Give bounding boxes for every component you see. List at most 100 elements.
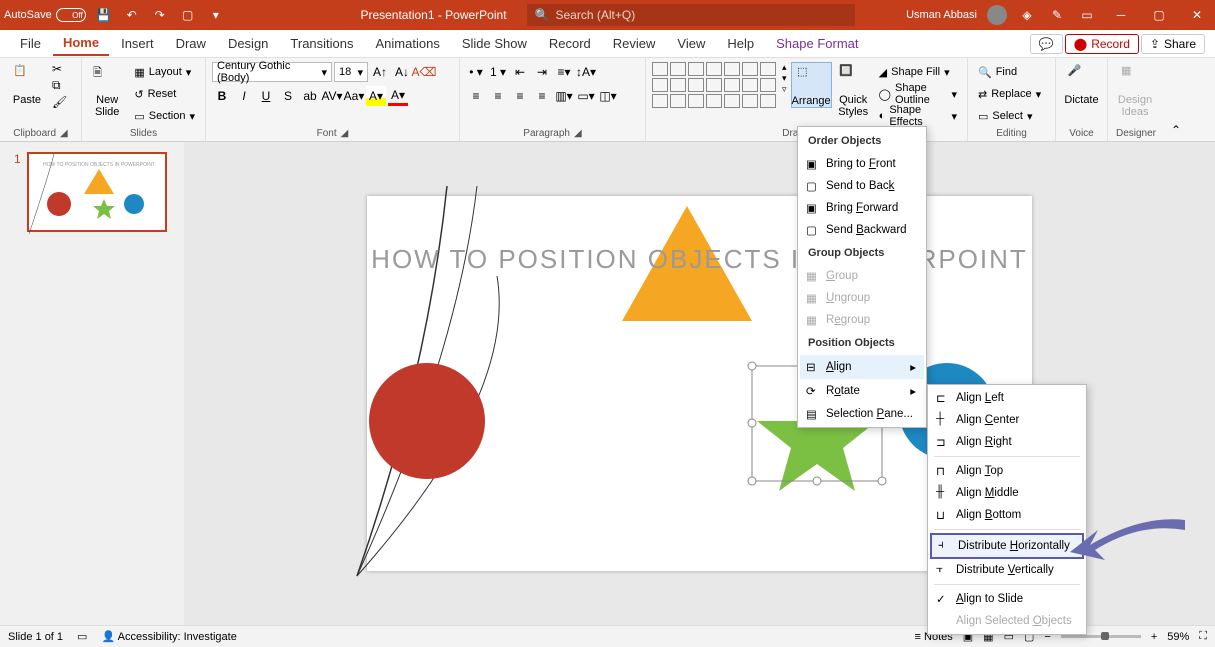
- align-center-item[interactable]: ┼Align Center: [930, 409, 1084, 431]
- find-button[interactable]: 🔍 Find: [974, 62, 1045, 82]
- qat-more-icon[interactable]: ▾: [206, 5, 226, 25]
- language-icon[interactable]: ▭: [77, 630, 87, 643]
- align-right-item[interactable]: ⊐Align Right: [930, 431, 1084, 453]
- fit-slide-icon[interactable]: ⛶: [1199, 630, 1207, 643]
- align-left-button[interactable]: ≡: [466, 86, 486, 106]
- autosave-switch[interactable]: Off: [56, 8, 86, 22]
- tab-home[interactable]: Home: [53, 31, 109, 56]
- align-middle-item[interactable]: ╫Align Middle: [930, 482, 1084, 504]
- shape-fill-button[interactable]: ◢ Shape Fill ▾: [875, 62, 961, 82]
- outdent-button[interactable]: ⇤: [510, 62, 530, 82]
- section-button[interactable]: ▭ Section ▾: [130, 106, 199, 126]
- minimize-button[interactable]: ─: [1107, 1, 1135, 29]
- strike-button[interactable]: S: [278, 86, 298, 106]
- distribute-horizontally-item[interactable]: ⫞Distribute Horizontally: [930, 533, 1084, 559]
- font-family-combo[interactable]: Century Gothic (Body)▾: [212, 62, 332, 82]
- present-start-icon[interactable]: ▢: [178, 5, 198, 25]
- change-case-button[interactable]: Aa▾: [344, 86, 364, 106]
- slide-title-text[interactable]: HOW TO POSITION OBJECTS IN POWERPOINT: [367, 244, 1032, 275]
- tab-shape-format[interactable]: Shape Format: [766, 32, 868, 55]
- selection-pane-item[interactable]: ▤Selection Pane...: [800, 403, 924, 425]
- rotate-item[interactable]: ⟳Rotate▸: [800, 379, 924, 403]
- collapse-ribbon-icon[interactable]: ⌃: [1171, 123, 1181, 137]
- copy-icon[interactable]: ⧉: [52, 78, 67, 93]
- accessibility-status[interactable]: 👤 Accessibility: Investigate: [101, 630, 236, 643]
- dialog-launcher-icon[interactable]: ◢: [574, 128, 582, 139]
- tab-view[interactable]: View: [667, 32, 715, 55]
- gallery-more-icon[interactable]: ▿: [782, 84, 787, 95]
- red-circle-shape[interactable]: [369, 363, 485, 479]
- maximize-button[interactable]: ▢: [1145, 1, 1173, 29]
- autosave-toggle[interactable]: AutoSave Off: [4, 8, 86, 22]
- pen-mode-icon[interactable]: ✎: [1047, 5, 1067, 25]
- dialog-launcher-icon[interactable]: ◢: [60, 128, 68, 139]
- smartart-button[interactable]: ◫▾: [598, 86, 618, 106]
- tab-draw[interactable]: Draw: [166, 32, 216, 55]
- tab-transitions[interactable]: Transitions: [280, 32, 363, 55]
- redo-icon[interactable]: ↷: [150, 5, 170, 25]
- undo-icon[interactable]: ↶: [122, 5, 142, 25]
- comments-button[interactable]: 💬: [1030, 34, 1063, 54]
- align-right-button[interactable]: ≡: [510, 86, 530, 106]
- send-to-back-item[interactable]: ▢Send to Back: [800, 175, 924, 197]
- record-button[interactable]: ⬤ Record: [1065, 34, 1139, 54]
- user-avatar[interactable]: [987, 5, 1007, 25]
- bold-button[interactable]: B: [212, 86, 232, 106]
- shape-outline-button[interactable]: ◯ Shape Outline ▾: [875, 84, 961, 104]
- tab-record[interactable]: Record: [539, 32, 601, 55]
- zoom-in-icon[interactable]: +: [1151, 631, 1157, 643]
- line-spacing-button[interactable]: ≡▾: [554, 62, 574, 82]
- arrange-button[interactable]: ⬚ Arrange: [791, 62, 832, 108]
- numbering-button[interactable]: 1 ▾: [488, 62, 508, 82]
- tab-design[interactable]: Design: [218, 32, 278, 55]
- align-text-button[interactable]: ▭▾: [576, 86, 596, 106]
- shape-effects-button[interactable]: ◐ Shape Effects ▾: [875, 106, 961, 126]
- dictate-button[interactable]: 🎤 Dictate: [1062, 62, 1101, 106]
- italic-button[interactable]: I: [234, 86, 254, 106]
- indent-button[interactable]: ⇥: [532, 62, 552, 82]
- diamond-icon[interactable]: ◈: [1017, 5, 1037, 25]
- new-slide-button[interactable]: 🗎 New Slide: [88, 62, 126, 118]
- search-input[interactable]: 🔍 Search (Alt+Q): [527, 4, 855, 26]
- dialog-launcher-icon[interactable]: ◢: [341, 128, 349, 139]
- close-button[interactable]: ✕: [1183, 1, 1211, 29]
- distribute-vertically-item[interactable]: ⫟Distribute Vertically: [930, 559, 1084, 581]
- tab-review[interactable]: Review: [603, 32, 666, 55]
- save-icon[interactable]: 💾: [94, 5, 114, 25]
- columns-button[interactable]: ▥▾: [554, 86, 574, 106]
- text-direction-button[interactable]: ↕A▾: [576, 62, 596, 82]
- underline-button[interactable]: U: [256, 86, 276, 106]
- paste-button[interactable]: 📋 Paste: [6, 62, 48, 106]
- bring-forward-item[interactable]: ▣Bring Forward: [800, 197, 924, 219]
- font-color-button[interactable]: A▾: [388, 86, 408, 106]
- send-backward-item[interactable]: ▢Send Backward: [800, 219, 924, 241]
- align-top-item[interactable]: ⊓Align Top: [930, 460, 1084, 482]
- align-left-item[interactable]: ⊏Align Left: [930, 387, 1084, 409]
- quick-styles-button[interactable]: 🔲 Quick Styles: [836, 62, 871, 118]
- grow-font-icon[interactable]: A↑: [370, 62, 390, 82]
- slide-count[interactable]: Slide 1 of 1: [8, 631, 63, 643]
- bring-to-front-item[interactable]: ▣Bring to Front: [800, 153, 924, 175]
- justify-button[interactable]: ≡: [532, 86, 552, 106]
- shadow-button[interactable]: ab: [300, 86, 320, 106]
- tab-animations[interactable]: Animations: [366, 32, 450, 55]
- select-button[interactable]: ▭ Select ▾: [974, 106, 1045, 126]
- ribbon-mode-icon[interactable]: ▭: [1077, 5, 1097, 25]
- bullets-button[interactable]: • ▾: [466, 62, 486, 82]
- align-bottom-item[interactable]: ⊔Align Bottom: [930, 504, 1084, 526]
- highlight-button[interactable]: A▾: [366, 86, 386, 106]
- share-button[interactable]: ⇪ Share: [1141, 34, 1205, 54]
- align-to-slide-item[interactable]: ✓Align to Slide: [930, 588, 1084, 610]
- shrink-font-icon[interactable]: A↓: [392, 62, 412, 82]
- design-ideas-button[interactable]: ▦ Design Ideas: [1114, 62, 1156, 118]
- clear-format-icon[interactable]: A⌫: [414, 62, 434, 82]
- tab-help[interactable]: Help: [717, 32, 764, 55]
- replace-button[interactable]: ⇄ Replace ▾: [974, 84, 1045, 104]
- user-name[interactable]: Usman Abbasi: [906, 9, 977, 21]
- layout-button[interactable]: ▦ Layout ▾: [130, 62, 199, 82]
- font-size-combo[interactable]: 18▾: [334, 62, 368, 82]
- shapes-gallery[interactable]: [652, 62, 776, 108]
- gallery-down-icon[interactable]: ▾: [782, 73, 787, 84]
- tab-slideshow[interactable]: Slide Show: [452, 32, 537, 55]
- reset-button[interactable]: ↺ Reset: [130, 84, 199, 104]
